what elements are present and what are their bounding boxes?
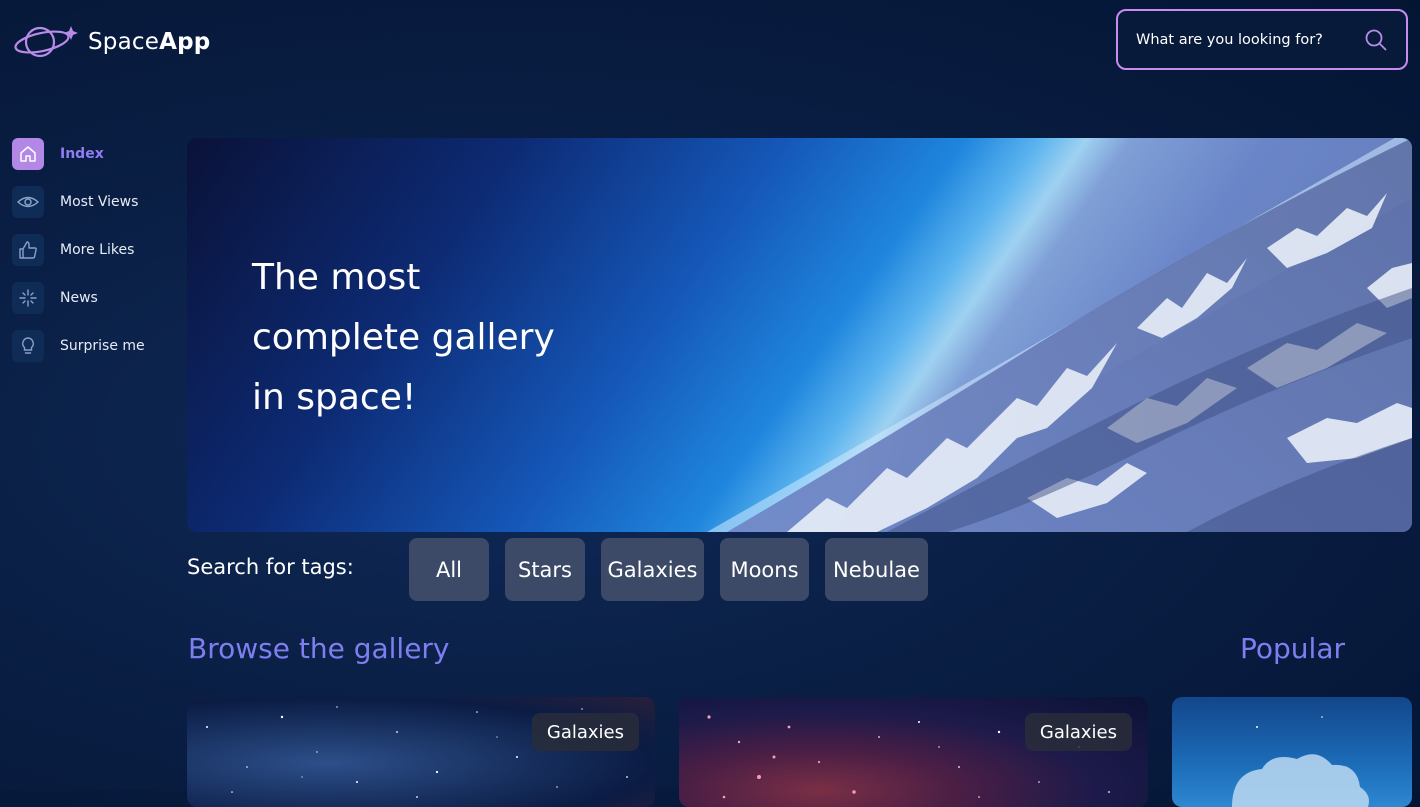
thumbs-up-icon — [12, 234, 44, 266]
tags-label: Search for tags: — [187, 555, 354, 579]
search-input[interactable] — [1134, 30, 1358, 49]
hero-headline: The most complete gallery in space! — [252, 248, 572, 428]
sidebar-item-label: Most Views — [60, 194, 139, 210]
sidebar-item-label: Index — [60, 146, 104, 162]
sidebar-item-label: Surprise me — [60, 338, 145, 354]
app-logo[interactable]: SpaceApp — [14, 20, 214, 64]
sidebar-item-label: More Likes — [60, 242, 135, 258]
tag-moons-button[interactable]: Moons — [720, 538, 809, 601]
search-box[interactable] — [1116, 9, 1408, 70]
planet-logo-icon — [14, 26, 78, 58]
hero-line: in space! — [252, 377, 417, 418]
tag-nebulae-button[interactable]: Nebulae — [825, 538, 928, 601]
card-tag-badge: Galaxies — [1024, 713, 1132, 751]
hero-line: complete gallery — [252, 317, 555, 358]
hero-line: The most — [252, 257, 421, 298]
tag-stars-button[interactable]: Stars — [505, 538, 585, 601]
sidebar-item-index[interactable]: Index — [12, 138, 145, 170]
sidebar-nav: Index Most Views More Likes News Surpris… — [12, 138, 145, 378]
search-icon[interactable] — [1365, 29, 1387, 51]
tag-galaxies-button[interactable]: Galaxies — [601, 538, 704, 601]
eye-icon — [12, 186, 44, 218]
app-name: SpaceApp — [88, 29, 211, 55]
browse-gallery-heading: Browse the gallery — [188, 632, 450, 665]
sidebar-item-most-views[interactable]: Most Views — [12, 186, 145, 218]
sidebar-item-more-likes[interactable]: More Likes — [12, 234, 145, 266]
home-icon — [12, 138, 44, 170]
tag-all-button[interactable]: All — [409, 538, 489, 601]
hero-banner: The most complete gallery in space! — [187, 138, 1412, 532]
sparkle-icon — [12, 282, 44, 314]
card-tag-badge: Galaxies — [531, 713, 639, 751]
lightbulb-icon — [12, 330, 44, 362]
sidebar-item-news[interactable]: News — [12, 282, 145, 314]
sidebar-item-surprise-me[interactable]: Surprise me — [12, 330, 145, 362]
sidebar-item-label: News — [60, 290, 98, 306]
popular-heading: Popular — [1240, 632, 1345, 665]
